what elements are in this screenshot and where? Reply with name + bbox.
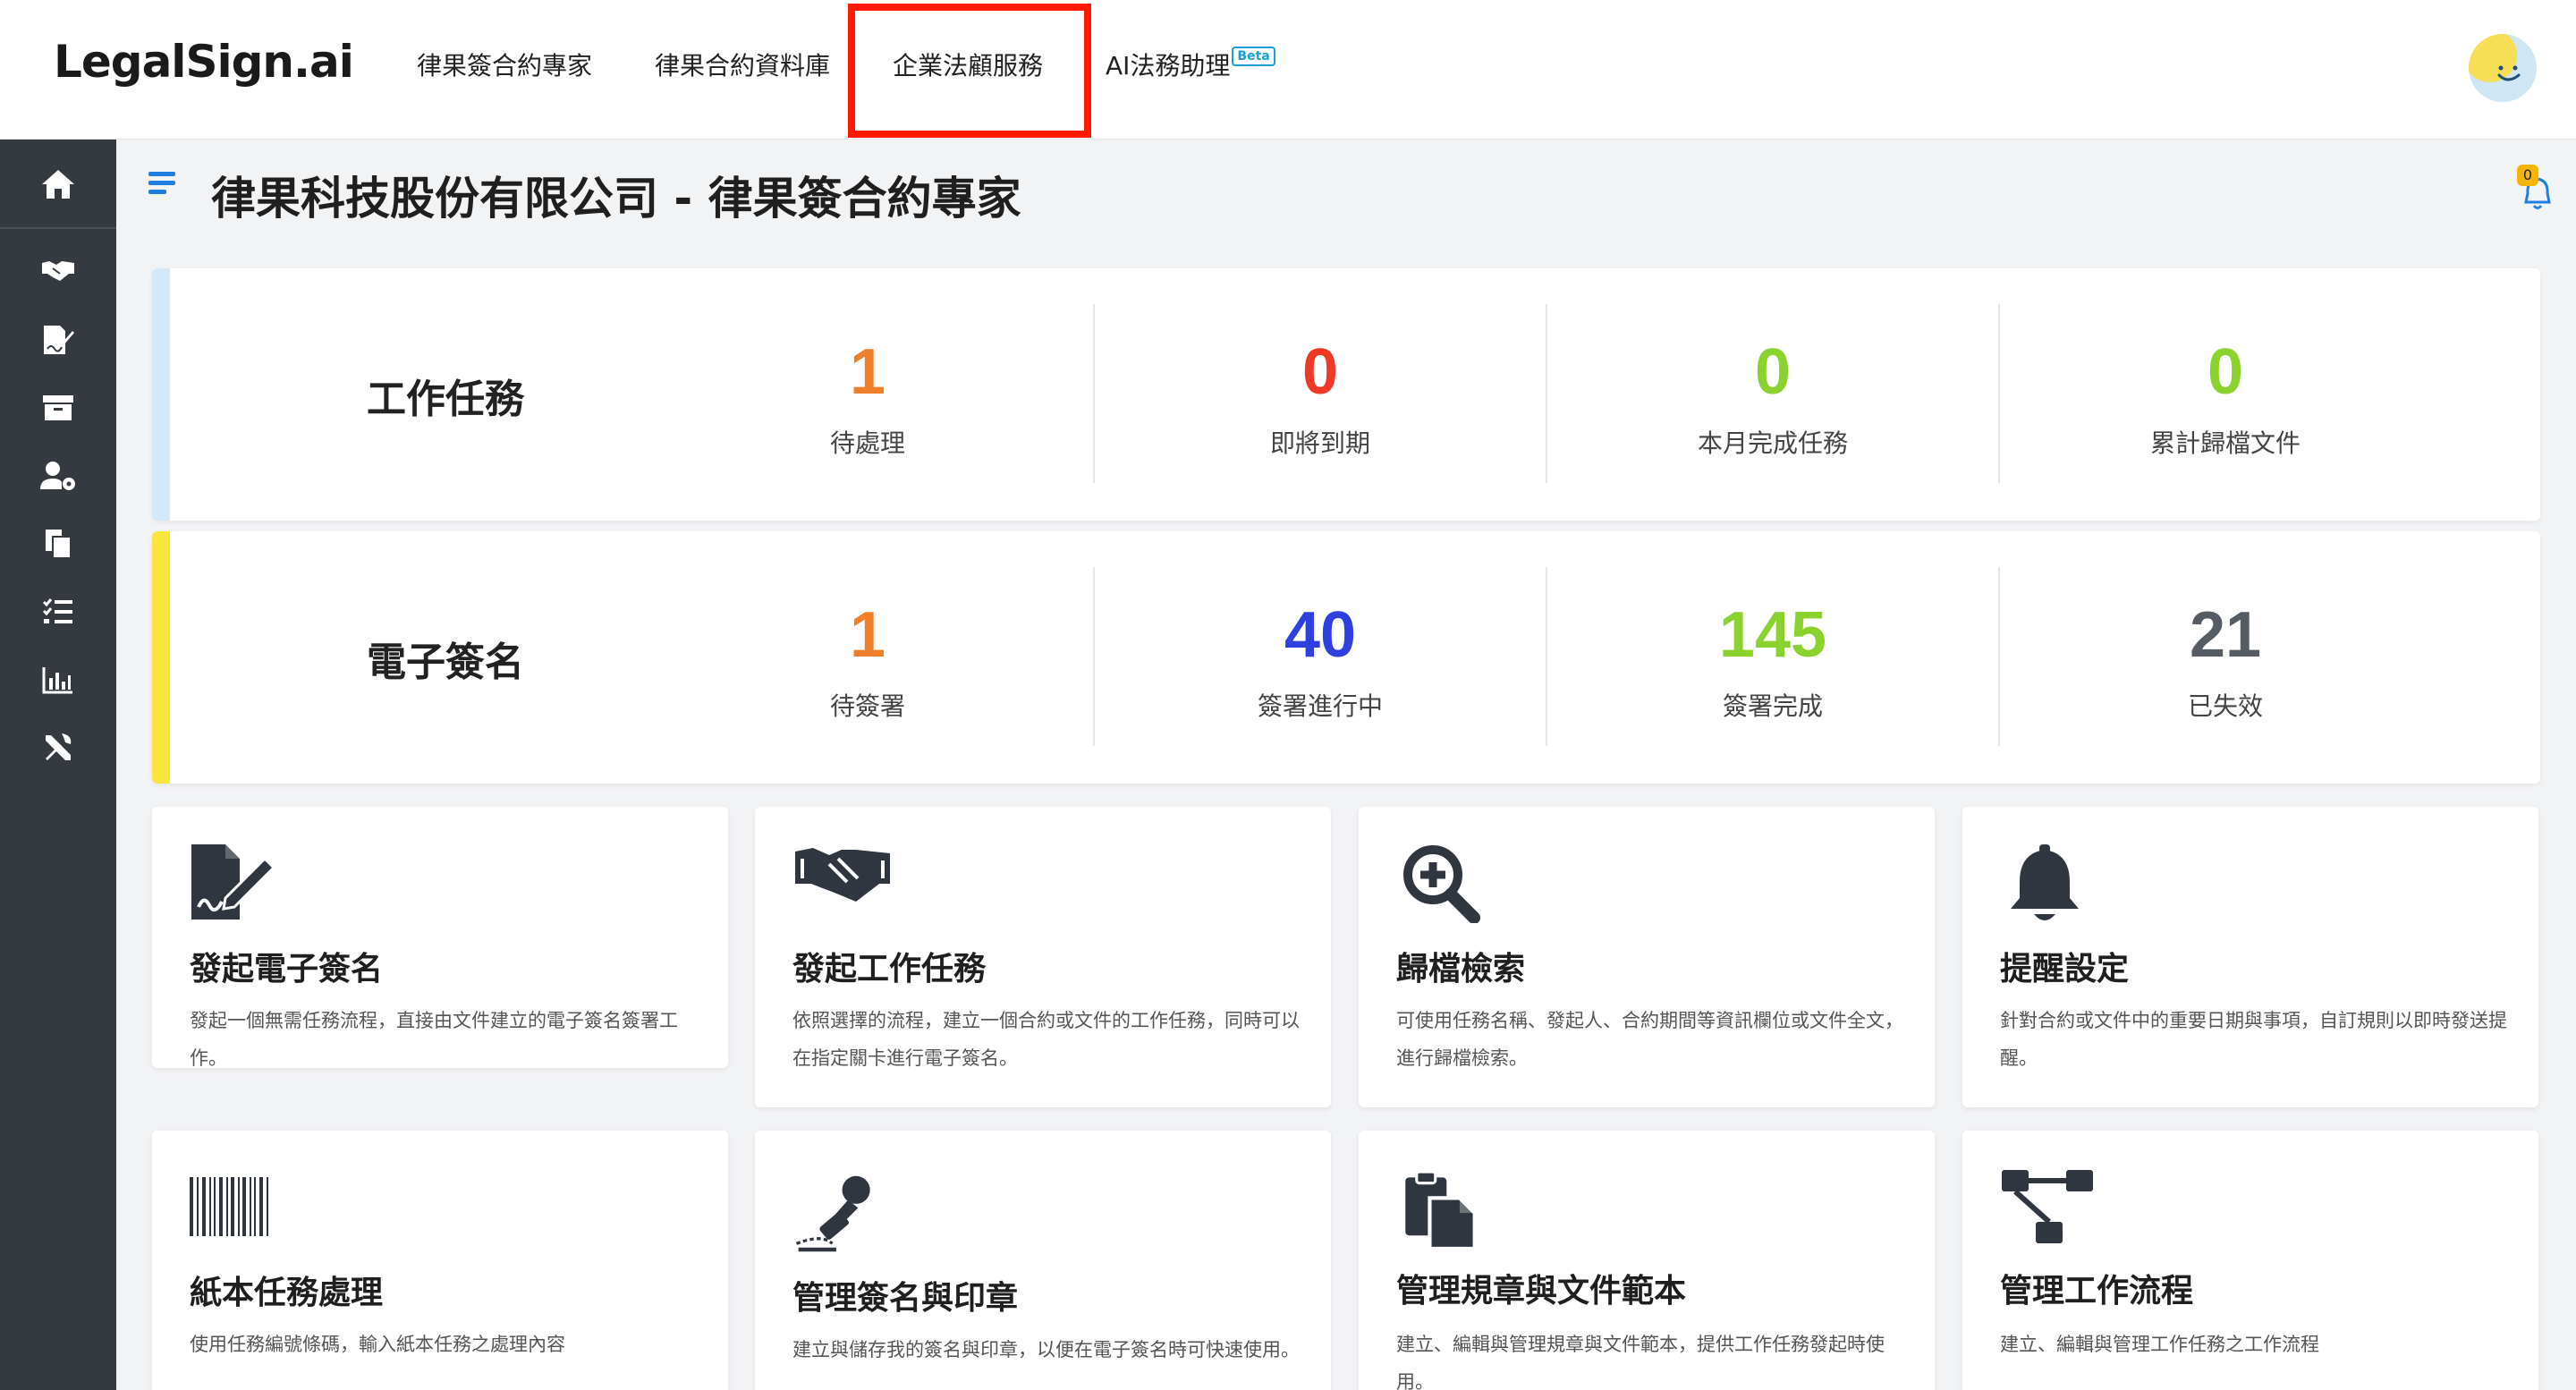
nav-ai-assistant[interactable]: AI法務助理 Beta [1106, 47, 1275, 82]
card-description: 建立、編輯與管理工作任務之工作流程 [2000, 1334, 2319, 1355]
card-description: 可使用任務名稱、發起人、合約期間等資訊欄位或文件全文，進行歸檔檢索。 [1396, 1010, 1903, 1069]
file-signature-icon [191, 844, 276, 920]
card-description: 依照選擇的流程，建立一個合約或文件的工作任務，同時可以在指定關卡進行電子簽名。 [792, 1010, 1300, 1069]
archive-icon[interactable] [37, 386, 80, 429]
stat-due-soon[interactable]: 0 即將到期 [1094, 304, 1546, 483]
stat-pending-tasks[interactable]: 1 待處理 [641, 304, 1094, 483]
stat-signing-in-progress[interactable]: 40 簽署進行中 [1094, 567, 1546, 746]
chart-icon[interactable] [37, 658, 80, 701]
hamburger-menu-icon[interactable] [148, 170, 175, 195]
stat-value: 1 [849, 336, 886, 408]
bell-icon [2011, 844, 2079, 920]
stat-label: 已失效 [2187, 691, 2263, 721]
stat-completed-this-month[interactable]: 0 本月完成任務 [1546, 304, 1999, 483]
sign-document-icon[interactable] [37, 318, 80, 361]
home-icon[interactable] [37, 163, 80, 206]
brand-logo[interactable]: LegalSign.ai [54, 36, 354, 88]
stat-signing-completed[interactable]: 145 簽署完成 [1546, 567, 1999, 746]
card-manage-signatures[interactable]: 管理簽名與印章 建立與儲存我的簽名與印章，以便在電子簽名時可快速使用。 [755, 1131, 1331, 1390]
avatar-face-icon [2497, 65, 2521, 81]
handshake-icon[interactable] [37, 249, 80, 292]
nav-contract-database[interactable]: 律果合約資料庫 [655, 47, 830, 82]
stat-value: 21 [2189, 599, 2262, 671]
stat-value: 1 [849, 599, 886, 671]
flow-icon [2002, 1170, 2093, 1243]
user-settings-icon[interactable] [37, 454, 80, 497]
card-start-esign[interactable]: 發起電子簽名 發起一個無需任務流程，直接由文件建立的電子簽名簽署工作。 [152, 807, 728, 1069]
stat-label: 累計歸檔文件 [2149, 428, 2301, 458]
card-title: 管理規章與文件範本 [1396, 1273, 1687, 1309]
copy-files-icon[interactable] [37, 522, 80, 565]
stat-archived-documents[interactable]: 0 累計歸檔文件 [1999, 304, 2452, 483]
card-title: 紙本任務處理 [190, 1275, 384, 1311]
card-title: 發起電子簽名 [190, 951, 384, 987]
avatar[interactable] [2469, 34, 2537, 102]
card-title: 管理工作流程 [2000, 1273, 2194, 1309]
stat-label: 待簽署 [829, 691, 905, 721]
card-description: 使用任務編號條碼，輸入紙本任務之處理內容 [190, 1334, 565, 1355]
sidebar [0, 140, 116, 1390]
esign-summary-panel: 電子簽名 1 待簽署 40 簽署進行中 145 簽署完成 21 已失效 [152, 531, 2540, 784]
stat-value: 0 [2207, 336, 2244, 408]
esign-panel-label: 電子簽名 [367, 640, 524, 685]
card-description: 發起一個無需任務流程，直接由文件建立的電子簽名簽署工作。 [190, 1010, 678, 1069]
card-title: 管理簽名與印章 [792, 1280, 1019, 1317]
tasks-accent-bar [152, 268, 170, 521]
handshake-icon [795, 848, 890, 902]
nav-ai-assistant-label: AI法務助理 [1106, 51, 1231, 81]
card-description: 建立、編輯與管理規章與文件範本，提供工作任務發起時使用。 [1396, 1334, 1885, 1390]
checklist-icon[interactable] [37, 590, 80, 633]
stat-label: 簽署完成 [1722, 691, 1823, 721]
notification-count-badge: 0 [2517, 165, 2538, 186]
stat-to-sign[interactable]: 1 待簽署 [641, 567, 1094, 746]
stat-value: 0 [1754, 336, 1792, 408]
card-title: 發起工作任務 [792, 951, 987, 987]
top-navbar: LegalSign.ai 律果簽合約專家 律果合約資料庫 企業法顧服務 AI法務… [0, 0, 2576, 140]
clipboard-files-icon [1405, 1170, 1477, 1250]
stat-label: 本月完成任務 [1697, 428, 1848, 458]
tasks-panel-label: 工作任務 [367, 377, 524, 422]
search-plus-icon [1403, 845, 1480, 923]
stat-value: 0 [1301, 336, 1339, 408]
beta-badge: Beta [1232, 47, 1275, 66]
nav-highlight-box [848, 4, 1091, 138]
tasks-summary-panel: 工作任務 1 待處理 0 即將到期 0 本月完成任務 0 累計歸檔文件 [152, 268, 2540, 521]
card-manage-workflows[interactable]: 管理工作流程 建立、編輯與管理工作任務之工作流程 [1962, 1131, 2538, 1390]
card-paper-task[interactable]: 紙本任務處理 使用任務編號條碼，輸入紙本任務之處理內容 [152, 1131, 728, 1390]
barcode-icon [190, 1177, 268, 1236]
card-reminder-settings[interactable]: 提醒設定 針對合約或文件中的重要日期與事項，自訂規則以即時發送提醒。 [1962, 807, 2538, 1107]
card-description: 針對合約或文件中的重要日期與事項，自訂規則以即時發送提醒。 [2000, 1010, 2507, 1069]
sidebar-divider [0, 227, 116, 229]
stat-value: 40 [1284, 599, 1357, 671]
card-archive-search[interactable]: 歸檔檢索 可使用任務名稱、發起人、合約期間等資訊欄位或文件全文，進行歸檔檢索。 [1359, 807, 1935, 1107]
page-title: 律果科技股份有限公司 - 律果簽合約專家 [211, 173, 1021, 225]
stat-expired[interactable]: 21 已失效 [1999, 567, 2452, 746]
card-manage-templates[interactable]: 管理規章與文件範本 建立、編輯與管理規章與文件範本，提供工作任務發起時使用。 [1359, 1131, 1935, 1390]
card-title: 歸檔檢索 [1396, 951, 1526, 987]
stat-label: 簽署進行中 [1257, 691, 1383, 721]
card-description: 建立與儲存我的簽名與印章，以便在電子簽名時可快速使用。 [792, 1339, 1300, 1360]
stamp-icon [795, 1175, 870, 1252]
card-title: 提醒設定 [2000, 951, 2130, 987]
stat-value: 145 [1718, 599, 1827, 671]
card-start-task[interactable]: 發起工作任務 依照選擇的流程，建立一個合約或文件的工作任務，同時可以在指定關卡進… [755, 807, 1331, 1107]
stat-label: 待處理 [829, 428, 905, 458]
esign-accent-bar [152, 531, 170, 784]
stat-label: 即將到期 [1269, 428, 1370, 458]
nav-contract-expert[interactable]: 律果簽合約專家 [417, 47, 592, 82]
tools-icon[interactable] [37, 726, 80, 769]
